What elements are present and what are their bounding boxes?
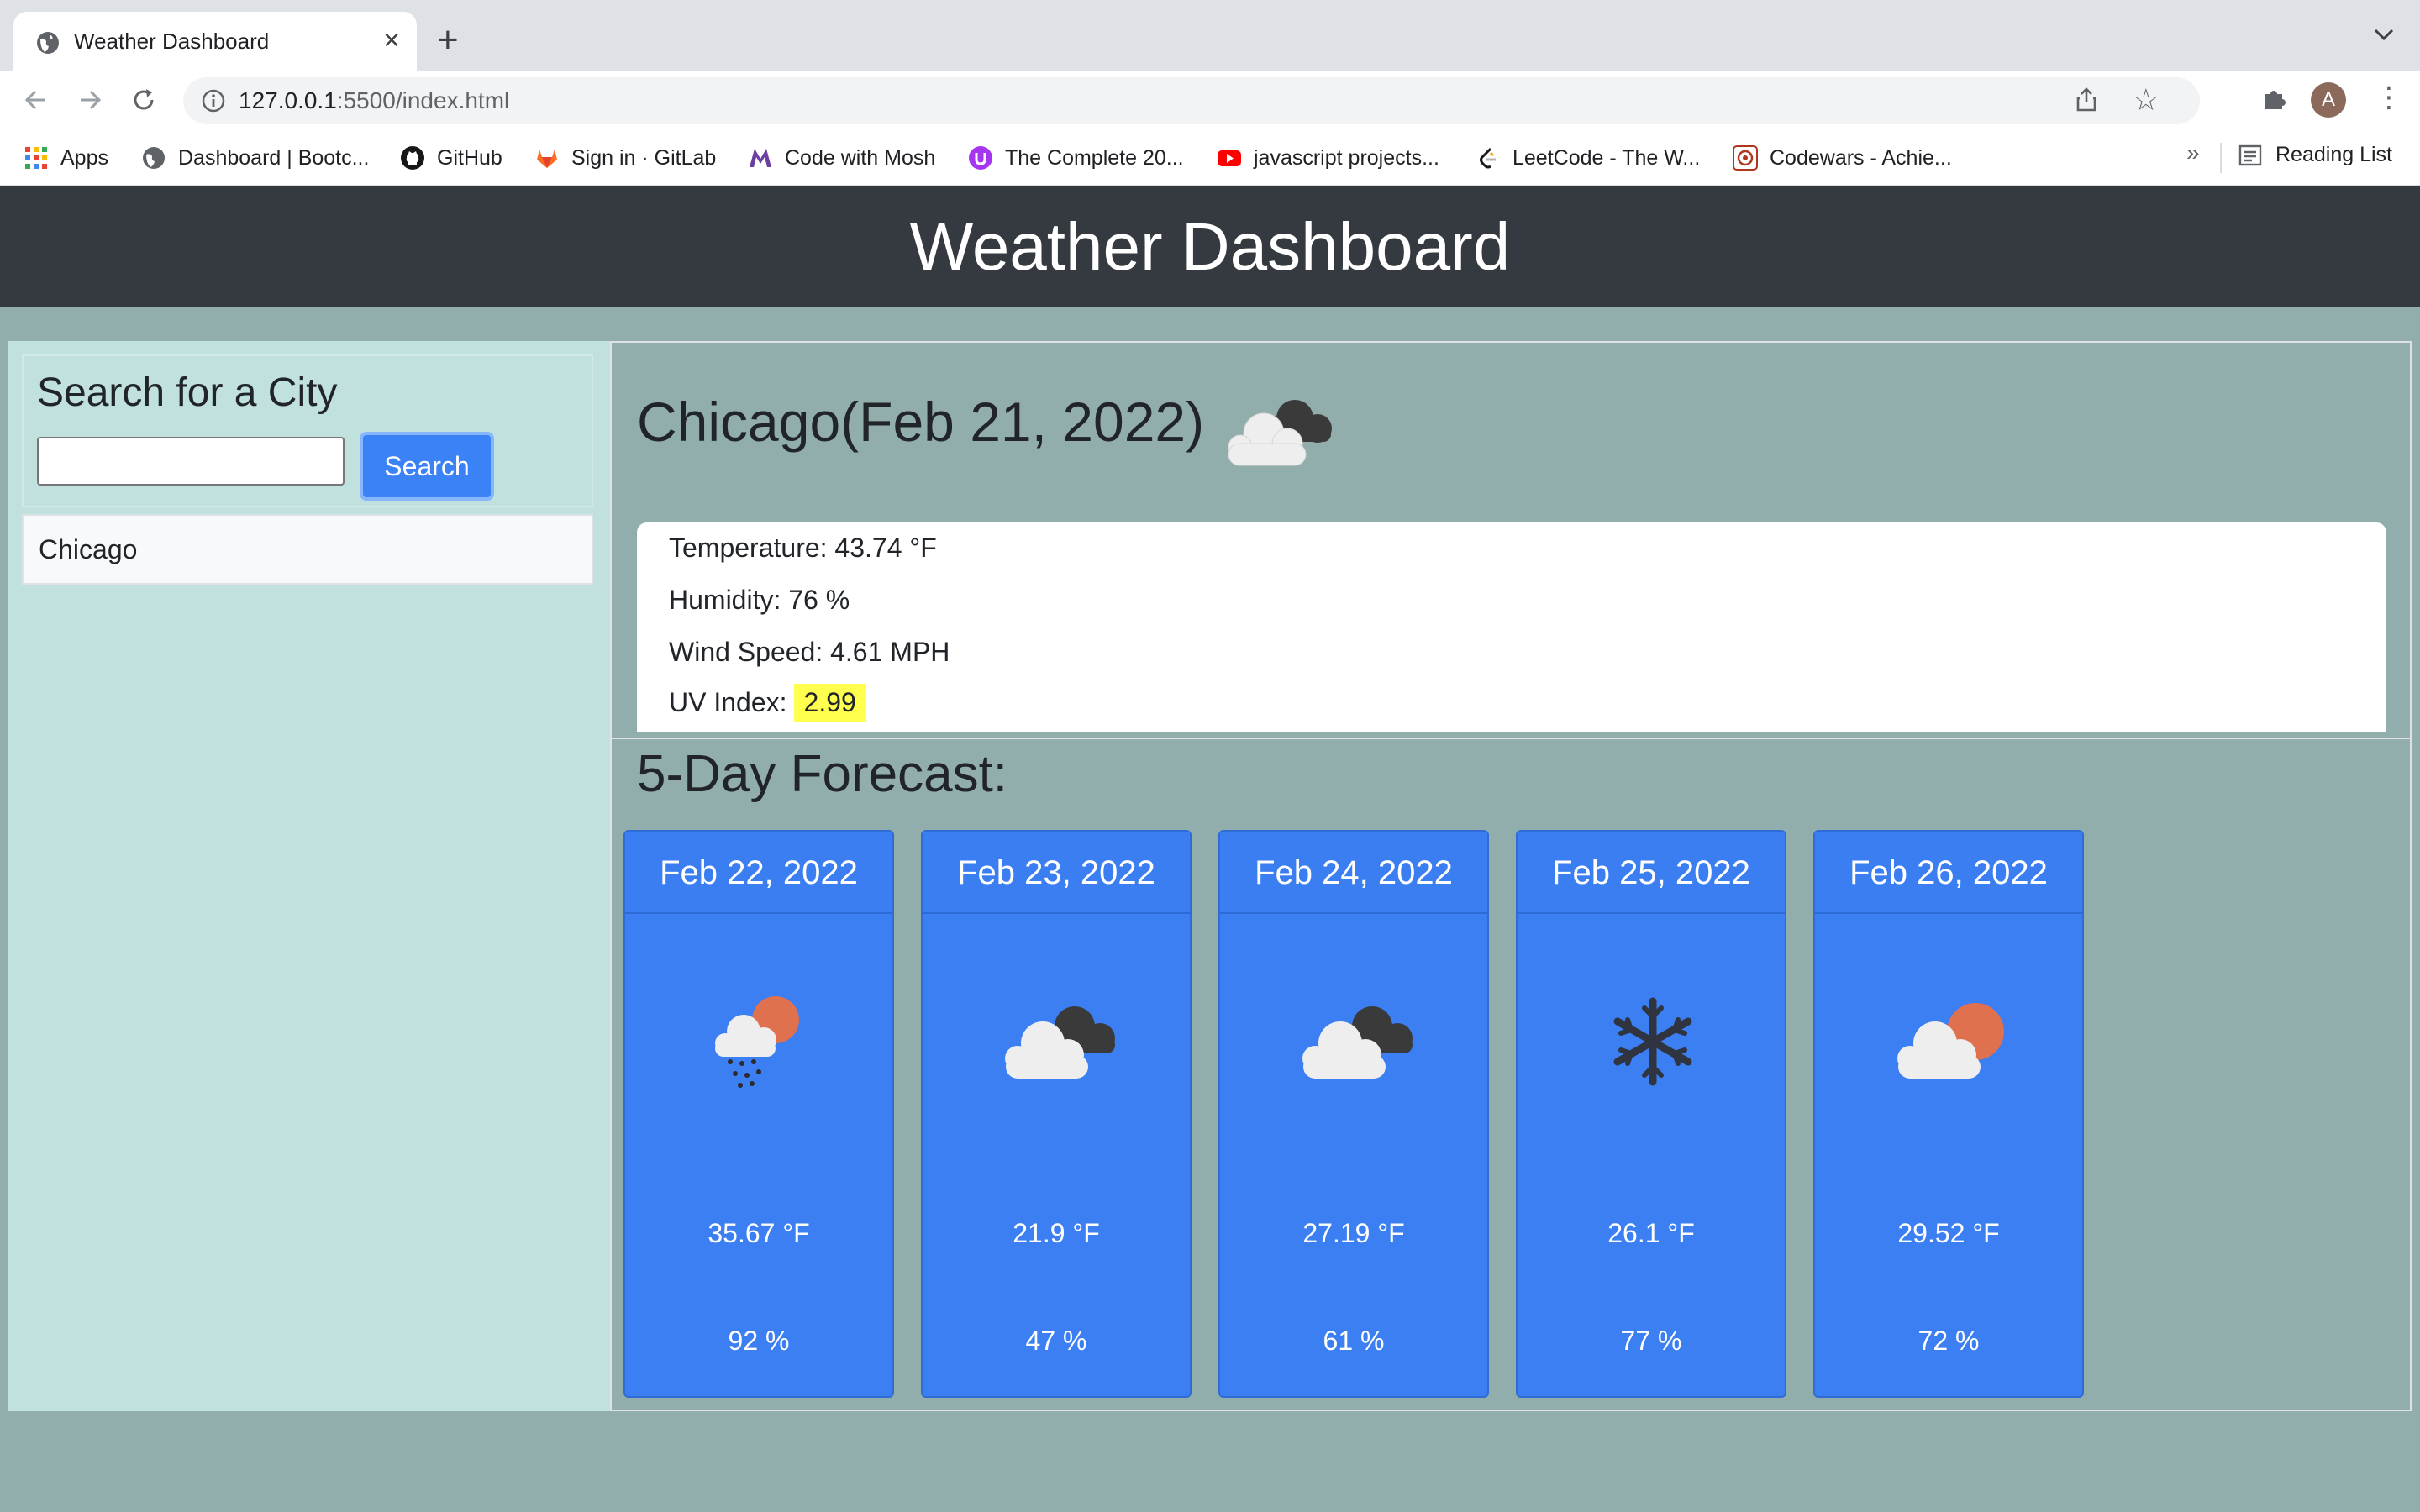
tab-title: Weather Dashboard (74, 29, 270, 54)
current-humidity: Humidity: 76 % (669, 585, 850, 615)
bookmark-leetcode[interactable]: LeetCode - The W... (1476, 143, 1700, 173)
current-wind-speed: Wind Speed: 4.61 MPH (669, 637, 950, 667)
bookmarks-divider (2220, 143, 2222, 173)
forecast-temp: 27.19 °F (1302, 1218, 1405, 1248)
search-sidebar: Search for a City Search Chicago (8, 341, 612, 1411)
extensions-puzzle-icon[interactable] (2260, 84, 2289, 113)
leetcode-icon (1480, 147, 1496, 169)
reload-icon[interactable] (129, 86, 158, 114)
history-item-chicago[interactable]: Chicago (22, 514, 593, 585)
search-button[interactable]: Search (360, 432, 494, 501)
github-icon (401, 146, 424, 170)
forecast-date: Feb 25, 2022 (1518, 832, 1785, 914)
apps-grid-icon (25, 147, 47, 169)
snowflake-icon (1613, 997, 1692, 1086)
bookmark-github[interactable]: GitHub (400, 143, 502, 173)
bookmarks-bar: Apps Dashboard | Bootc... GitHub Sign in… (0, 129, 2420, 186)
forecast-date: Feb 22, 2022 (625, 832, 892, 914)
weather-page: Weather Dashboard Search for a City Sear… (0, 186, 2420, 1512)
reading-list[interactable]: Reading List (2238, 143, 2392, 167)
forecast-title: 5-Day Forecast: (637, 745, 1008, 803)
bookmark-code-with-mosh[interactable]: Code with Mosh (748, 143, 935, 173)
share-icon[interactable] (2072, 86, 2101, 114)
forward-arrow-icon[interactable] (76, 86, 104, 114)
current-temperature: Temperature: 43.74 °F (669, 533, 937, 563)
forecast-card: Feb 25, 2022 26.1 °F 77 % (1516, 830, 1786, 1398)
gitlab-icon (537, 150, 557, 168)
section-divider (612, 738, 2410, 739)
browser-tab-active[interactable]: Weather Dashboard × (13, 12, 417, 71)
forecast-card: Feb 24, 2022 27.19 °F 61 % (1218, 830, 1489, 1398)
search-heading: Search for a City (37, 370, 338, 415)
page-header: Weather Dashboard (0, 186, 2420, 307)
forecast-card: Feb 26, 2022 29.52 °F 72 % (1813, 830, 2084, 1398)
globe-icon (37, 32, 59, 54)
forecast-temp: 26.1 °F (1607, 1218, 1695, 1248)
reading-list-icon (2238, 144, 2262, 165)
forecast-temp: 29.52 °F (1897, 1218, 2000, 1248)
bookmark-complete-course[interactable]: The Complete 20... (968, 143, 1184, 173)
page-title: Weather Dashboard (909, 209, 1511, 284)
site-info-icon[interactable] (200, 87, 227, 114)
youtube-icon (1218, 150, 1241, 166)
forecast-date: Feb 23, 2022 (923, 832, 1190, 914)
uv-index-badge: 2.99 (793, 684, 866, 722)
search-history-list: Chicago (22, 514, 593, 585)
bookmark-gitlab[interactable]: Sign in · GitLab (534, 143, 716, 173)
current-weather-card: Temperature: 43.74 °F Humidity: 76 % Win… (637, 522, 2386, 732)
forecast-card: Feb 22, 2022 35.67 °F 92 % (623, 830, 894, 1398)
browser-menu-icon[interactable]: ⋮ (2375, 82, 2403, 113)
address-bar[interactable]: 127.0.0.1:5500/index.html ☆ (183, 77, 2200, 124)
url-text: 127.0.0.1:5500/index.html (239, 87, 510, 113)
forecast-card: Feb 23, 2022 21.9 °F 47 % (921, 830, 1192, 1398)
browser-toolbar: 127.0.0.1:5500/index.html ☆ A ⋮ (0, 71, 2420, 129)
bookmark-apps[interactable]: Apps (24, 143, 108, 173)
forecast-temp: 35.67 °F (708, 1218, 810, 1248)
codewars-icon (1733, 145, 1758, 171)
city-search-input[interactable] (37, 437, 345, 486)
bookmark-codewars[interactable]: Codewars - Achie... (1733, 143, 1952, 173)
back-arrow-icon[interactable] (22, 86, 50, 114)
profile-avatar[interactable]: A (2311, 82, 2346, 118)
bookmark-star-icon[interactable]: ☆ (2133, 82, 2160, 118)
forecast-humidity: 92 % (728, 1326, 790, 1356)
broken-clouds-icon (1005, 1006, 1115, 1079)
broken-clouds-icon (1228, 400, 1332, 466)
forecast-humidity: 77 % (1620, 1326, 1682, 1356)
broken-clouds-icon (1302, 1006, 1413, 1079)
current-city-title: Chicago(Feb 21, 2022) (637, 391, 1205, 453)
bookmark-dashboard[interactable]: Dashboard | Bootc... (141, 143, 369, 173)
bookmark-javascript-projects[interactable]: javascript projects... (1217, 143, 1439, 173)
search-card: Search for a City Search (22, 354, 593, 507)
uv-label: UV Index: (669, 687, 787, 717)
forecast-humidity: 47 % (1025, 1326, 1087, 1356)
more-bookmarks-chevron[interactable]: » (2186, 139, 2200, 166)
mosh-icon (750, 149, 771, 167)
forecast-date: Feb 24, 2022 (1220, 832, 1487, 914)
close-tab-icon[interactable]: × (383, 24, 400, 57)
forecast-temp: 21.9 °F (1013, 1218, 1100, 1248)
forecast-humidity: 72 % (1918, 1326, 1980, 1356)
rain-sun-icon (715, 996, 799, 1088)
tab-search-chevron-icon[interactable] (2373, 27, 2395, 42)
current-uv-index: UV Index: 2.99 (669, 684, 866, 722)
udemy-icon (969, 146, 992, 170)
forecast-date: Feb 26, 2022 (1815, 832, 2082, 914)
forecast-humidity: 61 % (1323, 1326, 1385, 1356)
weather-main: Chicago(Feb 21, 2022) Temperature: 43.74… (610, 341, 2412, 1411)
new-tab-icon[interactable]: + (437, 18, 459, 62)
browser-tab-strip: Weather Dashboard × + (0, 0, 2420, 71)
partly-sunny-icon (1897, 1003, 2004, 1079)
globe-icon (143, 147, 165, 169)
